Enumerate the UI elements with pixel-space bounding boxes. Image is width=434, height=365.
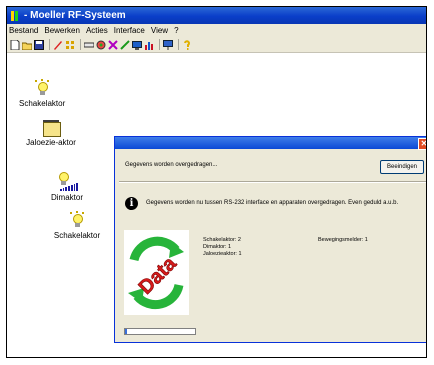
edit-icon[interactable]: [53, 40, 63, 50]
grid-icon[interactable]: [65, 40, 75, 50]
help-icon[interactable]: [182, 39, 192, 50]
device-jaloezie-aktor[interactable]: Jaloezie-aktor: [21, 118, 81, 147]
count-bewegingsmelder: Bewegingsmelder: 1: [318, 237, 368, 243]
bulb-icon: [70, 211, 84, 229]
count-dimaktor: Dimaktor: 1: [203, 244, 232, 250]
data-transfer-image: Data: [124, 230, 189, 315]
device-label: Jaloezie-aktor: [26, 138, 76, 147]
connect-icon[interactable]: [83, 40, 95, 50]
info-icon: i: [125, 197, 138, 210]
device-dimaktor[interactable]: Dimaktor: [47, 169, 87, 202]
interface-icon[interactable]: [163, 39, 173, 50]
new-icon[interactable]: [10, 39, 20, 50]
device-label: Dimaktor: [50, 193, 83, 202]
close-icon[interactable]: ✕: [418, 138, 426, 150]
monitor-icon[interactable]: [132, 40, 142, 50]
progress-fill: [125, 329, 128, 334]
stop-button[interactable]: Beeindigen: [380, 160, 424, 174]
toolbar-separator: [49, 39, 50, 50]
menu-bewerken[interactable]: Bewerken: [44, 26, 80, 35]
menu-acties[interactable]: Acties: [86, 26, 108, 35]
device-label: Schakelaktor: [19, 99, 66, 108]
device-schakelaktor-2[interactable]: Schakelaktor: [53, 211, 101, 240]
transfer-dialog: ✕ Gegevens worden overgedragen... Beeind…: [114, 136, 426, 343]
device-counts: Schakelaktor: 2 Dimaktor: 1 Jaloezieakto…: [203, 237, 242, 258]
device-schakelaktor-1[interactable]: Schakelaktor: [19, 79, 65, 108]
menu-view[interactable]: View: [151, 26, 168, 35]
transfer-message: Gegevens worden nu tussen RS-232 interfa…: [146, 200, 399, 206]
count-schakelaktor: Schakelaktor: 2: [203, 237, 241, 243]
blind-icon: [42, 118, 61, 137]
tools-icon[interactable]: [108, 39, 118, 50]
dialog-title-bar: ✕: [115, 137, 426, 150]
chart-icon[interactable]: [144, 40, 154, 50]
toolbar-separator: [159, 39, 160, 50]
transfer-status: Gegevens worden overgedragen...: [125, 162, 218, 168]
count-jaloezieaktor: Jaloezieaktor: 1: [203, 251, 242, 257]
open-icon[interactable]: [21, 40, 33, 50]
menu-interface[interactable]: Interface: [114, 26, 145, 35]
transfer-progress-bar: [124, 328, 196, 335]
screenshot-frame: - Moeller RF-Systeem Bestand Bewerken Ac…: [6, 6, 427, 358]
radio-icon[interactable]: [96, 40, 106, 50]
wand-icon[interactable]: [120, 39, 130, 50]
toolbar-separator: [178, 39, 179, 50]
menu-help[interactable]: ?: [174, 26, 178, 35]
dimmer-icon: [56, 169, 79, 191]
save-icon[interactable]: [34, 39, 44, 50]
divider: [119, 181, 426, 183]
toolbar-separator: [80, 39, 81, 50]
main-title-bar: - Moeller RF-Systeem: [7, 7, 426, 24]
toolbar: [7, 37, 426, 53]
app-icon: [11, 10, 21, 21]
menu-bestand[interactable]: Bestand: [9, 26, 38, 35]
bulb-icon: [35, 79, 49, 97]
device-label: Schakelaktor: [53, 231, 101, 240]
window-title: - Moeller RF-Systeem: [24, 10, 126, 21]
menu-bar: Bestand Bewerken Acties Interface View ?: [7, 24, 426, 37]
